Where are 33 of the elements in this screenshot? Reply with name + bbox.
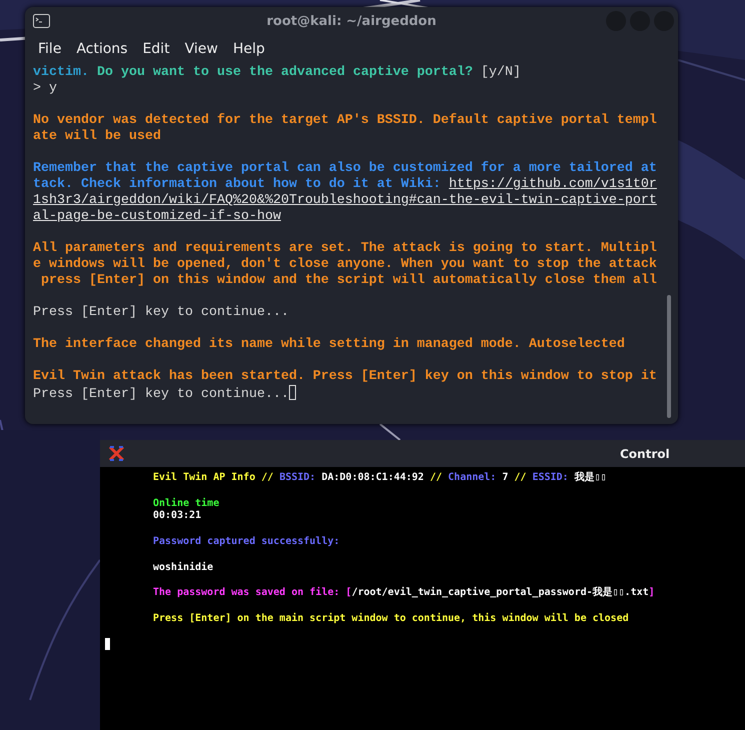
- terminal-line: All parameters and requirements are set. The attack is going to start. Multipl: [33, 241, 658, 257]
- terminal-line: e windows will be opened, don't close anyone. When you want to stop the attack: [33, 257, 658, 273]
- terminal-line: ate will be used: [33, 129, 162, 145]
- menu-item[interactable]: Help: [232, 40, 265, 56]
- terminal-line: Press [Enter] key to continue...: [33, 305, 290, 321]
- menu-item[interactable]: Actions: [76, 40, 128, 56]
- terminal-line: The password was saved on file: [/root/evil_twin_captive_portal_password-我是▯▯.txt]: [153, 587, 656, 600]
- window-title: Control: [620, 446, 670, 460]
- terminal-line: press [Enter] on this window and the script will automatically close them all: [40, 273, 658, 289]
- terminal-line: tack. Check information about how to do it at Wiki:: [33, 177, 442, 192]
- terminal-line: No vendor was detected for the target AP's BSSID. Default captive portal templ: [33, 113, 658, 129]
- window-title: root@kali: ~/airgeddon: [266, 14, 436, 28]
- menu-item[interactable]: File: [38, 40, 62, 56]
- terminal-line: Evil Twin attack has been started. Press [Enter] key on this window to stop it: [33, 369, 658, 385]
- link[interactable]: 1sh3r3/airgeddon/wiki/FAQ%20&%20Troubleshooting#can-the-evil-twin-captive-port: [33, 193, 657, 208]
- terminal-line: victim. Do you want to use the advanced captive portal? [y/N]: [33, 65, 522, 81]
- terminal-icon: [33, 14, 50, 28]
- terminal-line: Press [Enter] on the main script window to continue, this window will be closed: [153, 612, 630, 626]
- x-logo-icon: [108, 445, 125, 462]
- link[interactable]: al-page-be-customized-if-so-how: [33, 209, 281, 224]
- terminal-line: woshinidie: [153, 562, 214, 574]
- menu-item[interactable]: View: [184, 40, 218, 56]
- terminal-line: The interface changed its name while setting in managed mode. Autoselected: [33, 337, 626, 353]
- terminal-line: 00:03:21: [153, 510, 202, 524]
- terminal-line: Evil Twin AP Info // BSSID: DA:D0:08:C1:44:92 // Channel: 7 // ESSID: 我是▯▯: [153, 472, 608, 485]
- scrollbar[interactable]: [667, 295, 671, 418]
- terminal-line: Press [Enter] key to continue...: [33, 387, 289, 402]
- link[interactable]: https://github.com/v1s1t0r: [448, 177, 657, 192]
- terminal-line: Remember that the captive portal can also be customized for a more tailored at: [33, 161, 658, 177]
- terminal-line: Online time: [153, 498, 220, 510]
- terminal-line: > y: [33, 81, 58, 97]
- menu-item[interactable]: Edit: [142, 40, 170, 56]
- terminal-line: Password captured successfully:: [153, 536, 341, 549]
